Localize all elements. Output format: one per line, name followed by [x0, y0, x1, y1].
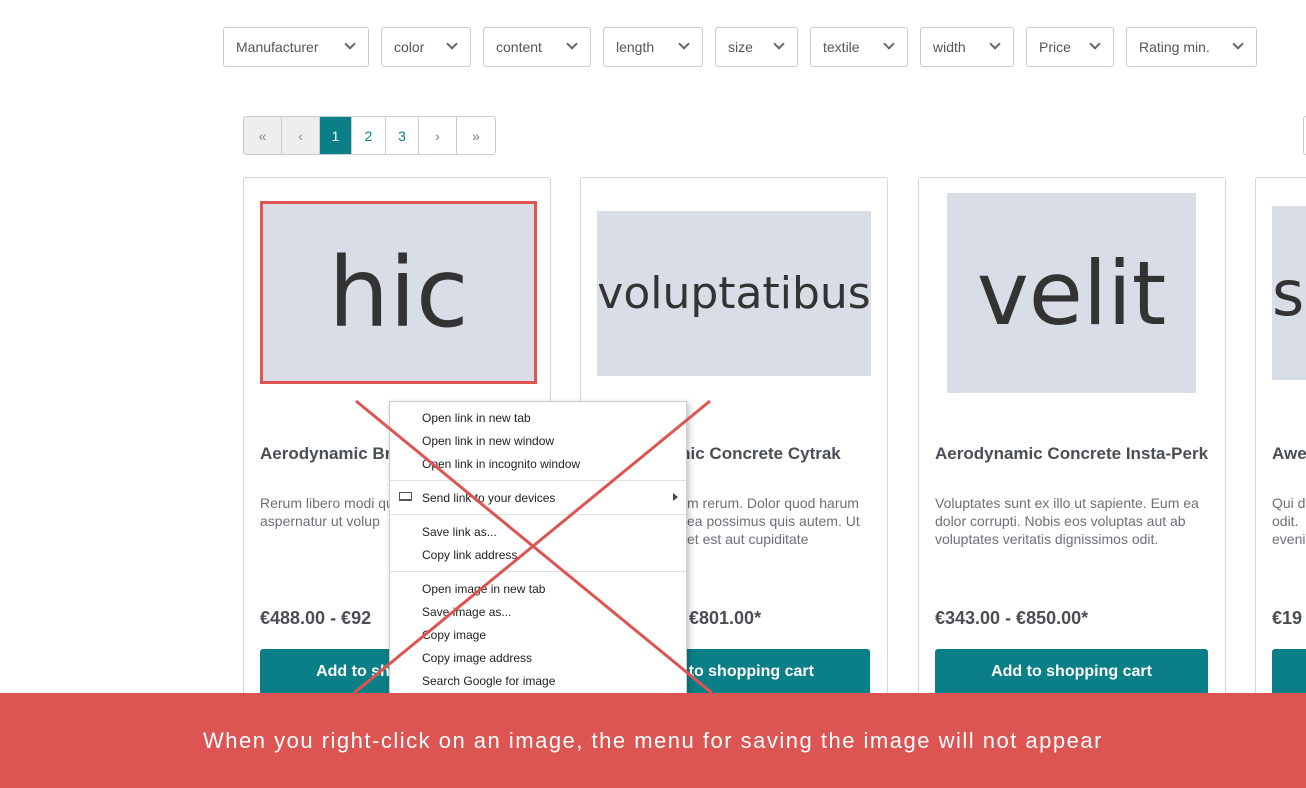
product-image[interactable]: velit	[947, 193, 1196, 393]
product-price: €488.00 - €92	[260, 608, 372, 628]
menu-item-copy-image[interactable]: Copy image	[390, 623, 686, 646]
chevron-down-icon	[883, 38, 895, 50]
product-image[interactable]: voluptatibus	[597, 211, 871, 376]
menu-item-open-link-incognito[interactable]: Open link in incognito window	[390, 452, 686, 475]
menu-item-open-link-new-tab[interactable]: Open link in new tab	[390, 406, 686, 429]
add-to-cart-button[interactable]: Add to shopping cart	[935, 649, 1208, 694]
context-menu: Open link in new tab Open link in new wi…	[389, 401, 687, 693]
filter-width[interactable]: width	[920, 27, 1014, 67]
chevron-down-icon	[566, 38, 578, 50]
menu-divider	[390, 514, 686, 515]
filter-content[interactable]: content	[483, 27, 591, 67]
filter-price[interactable]: Price	[1026, 27, 1114, 67]
filter-rating[interactable]: Rating min.	[1126, 27, 1257, 67]
menu-divider	[390, 480, 686, 481]
filter-textile[interactable]: textile	[810, 27, 908, 67]
product-price: €19	[1272, 608, 1303, 628]
chevron-down-icon	[773, 38, 785, 50]
devices-icon	[399, 492, 412, 501]
pagination: « ‹ 1 2 3 › »	[243, 116, 496, 155]
menu-item-open-link-new-window[interactable]: Open link in new window	[390, 429, 686, 452]
product-price: €801.00*	[689, 608, 762, 628]
product-price: €343.00 - €850.00*	[935, 608, 1089, 628]
filter-label: textile	[823, 39, 860, 55]
menu-item-copy-image-address[interactable]: Copy image address	[390, 646, 686, 669]
chevron-down-icon	[446, 38, 458, 50]
next-page-button[interactable]: ›	[419, 117, 457, 154]
menu-item-copy-link[interactable]: Copy link address	[390, 543, 686, 566]
chevron-down-icon	[678, 38, 690, 50]
product-description: Voluptates sunt ex illo ut sapiente. Eum…	[935, 495, 1199, 547]
menu-item-send-link[interactable]: Send link to your devices	[390, 486, 686, 509]
product-card: s Awe Qui d odit. eveni €19	[1255, 177, 1306, 694]
filter-label: Rating min.	[1139, 39, 1210, 55]
product-image[interactable]: hic	[260, 201, 537, 384]
menu-item-search-google-image[interactable]: Search Google for image	[390, 669, 686, 692]
prev-page-button[interactable]: ‹	[282, 117, 320, 154]
menu-divider	[390, 571, 686, 572]
filter-length[interactable]: length	[603, 27, 703, 67]
chevron-down-icon	[1232, 38, 1244, 50]
menu-item-label: Send link to your devices	[422, 490, 556, 505]
page-2-button[interactable]: 2	[352, 117, 386, 154]
product-description: Qui d odit. eveni	[1272, 495, 1306, 547]
filter-manufacturer[interactable]: Manufacturer	[223, 27, 369, 67]
menu-item-save-image[interactable]: Save image as...	[390, 600, 686, 623]
filter-label: color	[394, 39, 425, 55]
page-1-button[interactable]: 1	[320, 117, 352, 154]
last-page-button[interactable]: »	[457, 117, 495, 154]
filter-label: Price	[1039, 39, 1071, 55]
filter-label: size	[728, 39, 753, 55]
add-to-cart-button[interactable]	[1272, 649, 1306, 694]
product-title[interactable]: Awe	[1272, 444, 1306, 464]
filter-label: width	[933, 39, 966, 55]
notice-banner: When you right-click on an image, the me…	[0, 693, 1306, 788]
menu-item-save-link[interactable]: Save link as...	[390, 520, 686, 543]
product-card: velit Aerodynamic Concrete Insta-Perk Vo…	[918, 177, 1226, 694]
banner-text: When you right-click on an image, the me…	[203, 727, 1103, 753]
menu-item-open-image[interactable]: Open image in new tab	[390, 577, 686, 600]
filter-label: length	[616, 39, 655, 55]
page-3-button[interactable]: 3	[386, 117, 419, 154]
product-description: m rerum. Dolor quod harum ea possimus qu…	[687, 495, 860, 547]
submenu-arrow-icon	[673, 493, 678, 501]
filter-color[interactable]: color	[381, 27, 471, 67]
product-title[interactable]: Aerodynamic Concrete Insta-Perk	[935, 444, 1210, 464]
filter-size[interactable]: size	[715, 27, 798, 67]
chevron-down-icon	[1089, 38, 1101, 50]
first-page-button[interactable]: «	[244, 117, 282, 154]
filter-label: content	[496, 39, 542, 55]
chevron-down-icon	[344, 38, 356, 50]
chevron-down-icon	[989, 38, 1001, 50]
filter-label: Manufacturer	[236, 39, 319, 55]
product-image[interactable]: s	[1272, 206, 1306, 380]
